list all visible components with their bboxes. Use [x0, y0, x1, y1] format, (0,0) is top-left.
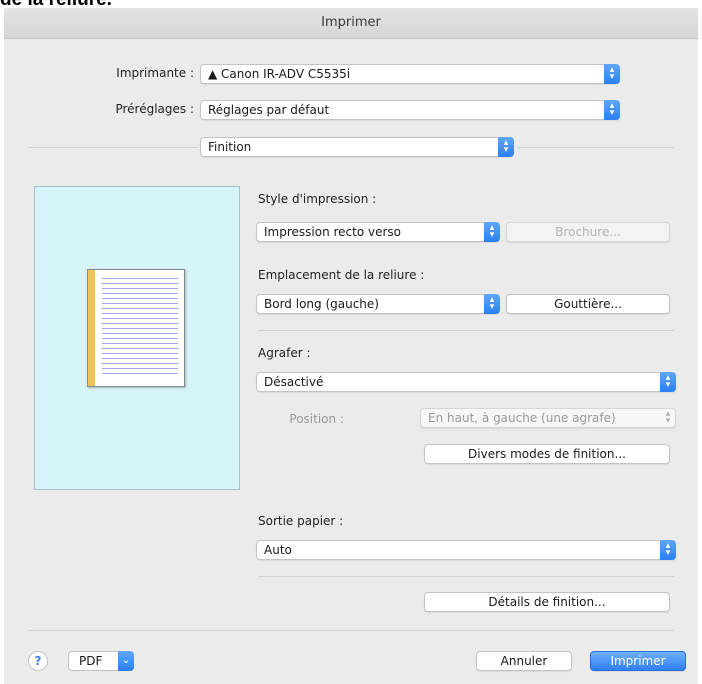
chevron-updown-icon: ▴ ▾ — [604, 64, 620, 84]
staple-select[interactable]: Désactivé ▴ ▾ — [256, 372, 676, 392]
binding-edge — [88, 270, 95, 386]
chevron-updown-icon: ▴ ▾ — [484, 294, 500, 314]
staple-value: Désactivé — [264, 375, 324, 389]
printer-select[interactable]: ▲ Canon IR-ADV C5535i ▴ ▾ — [200, 64, 620, 84]
print-style-label: Style d'impression : — [258, 192, 377, 206]
finishing-modes-button[interactable]: Divers modes de finition... — [424, 444, 670, 464]
pdf-menu-button[interactable]: PDF ⌄ — [68, 651, 134, 671]
print-style-select[interactable]: Impression recto verso ▴ ▾ — [256, 222, 500, 242]
binding-location-value: Bord long (gauche) — [264, 297, 379, 311]
paper-output-value: Auto — [264, 543, 292, 557]
presets-value: Réglages par défaut — [208, 103, 330, 117]
divider — [258, 576, 674, 577]
chevron-updown-icon: ▴ ▾ — [665, 409, 671, 426]
divider — [258, 330, 674, 331]
chevron-updown-icon: ▴ ▾ — [484, 222, 500, 242]
print-button[interactable]: Imprimer — [590, 651, 686, 671]
divider — [28, 147, 198, 148]
binding-location-label: Emplacement de la reliure : — [258, 268, 425, 282]
chevron-updown-icon: ▴ ▾ — [660, 540, 676, 560]
chevron-updown-icon: ▴ ▾ — [660, 372, 676, 392]
chevron-updown-icon: ▴ ▾ — [498, 137, 514, 157]
preview-sheet — [87, 269, 185, 387]
brochure-button[interactable]: Brochure... — [506, 222, 670, 242]
divider — [518, 147, 674, 148]
print-dialog: Imprimer Imprimante : ▲ Canon IR-ADV C55… — [4, 8, 698, 684]
finishing-details-button[interactable]: Détails de finition... — [424, 592, 670, 612]
staple-position-value: En haut, à gauche (une agrafe) — [428, 411, 616, 425]
divider — [28, 630, 674, 631]
binding-location-select[interactable]: Bord long (gauche) ▴ ▾ — [256, 294, 500, 314]
pdf-label: PDF — [79, 654, 103, 668]
chevron-updown-icon: ▴ ▾ — [604, 100, 620, 120]
print-style-value: Impression recto verso — [264, 225, 402, 239]
page-preview — [34, 186, 240, 490]
paper-output-label: Sortie papier : — [258, 514, 344, 528]
staple-position-select[interactable]: En haut, à gauche (une agrafe) ▴ ▾ — [420, 408, 676, 428]
help-button[interactable]: ? — [28, 651, 48, 671]
help-icon: ? — [34, 654, 42, 668]
text-lines — [102, 278, 178, 378]
printer-value: ▲ Canon IR-ADV C5535i — [208, 67, 351, 81]
panel-select[interactable]: Finition ▴ ▾ — [200, 137, 514, 157]
presets-select[interactable]: Réglages par défaut ▴ ▾ — [200, 100, 620, 120]
printer-label: Imprimante : — [116, 66, 194, 80]
staple-position-label: Position : — [289, 412, 344, 426]
cancel-button[interactable]: Annuler — [476, 651, 572, 671]
paper-output-select[interactable]: Auto ▴ ▾ — [256, 540, 676, 560]
dialog-title: Imprimer — [4, 8, 698, 39]
presets-label: Préréglages : — [115, 102, 194, 116]
chevron-down-icon: ⌄ — [118, 651, 134, 671]
staple-label: Agrafer : — [258, 346, 311, 360]
gutter-button[interactable]: Gouttière... — [506, 294, 670, 314]
panel-value: Finition — [208, 140, 252, 154]
